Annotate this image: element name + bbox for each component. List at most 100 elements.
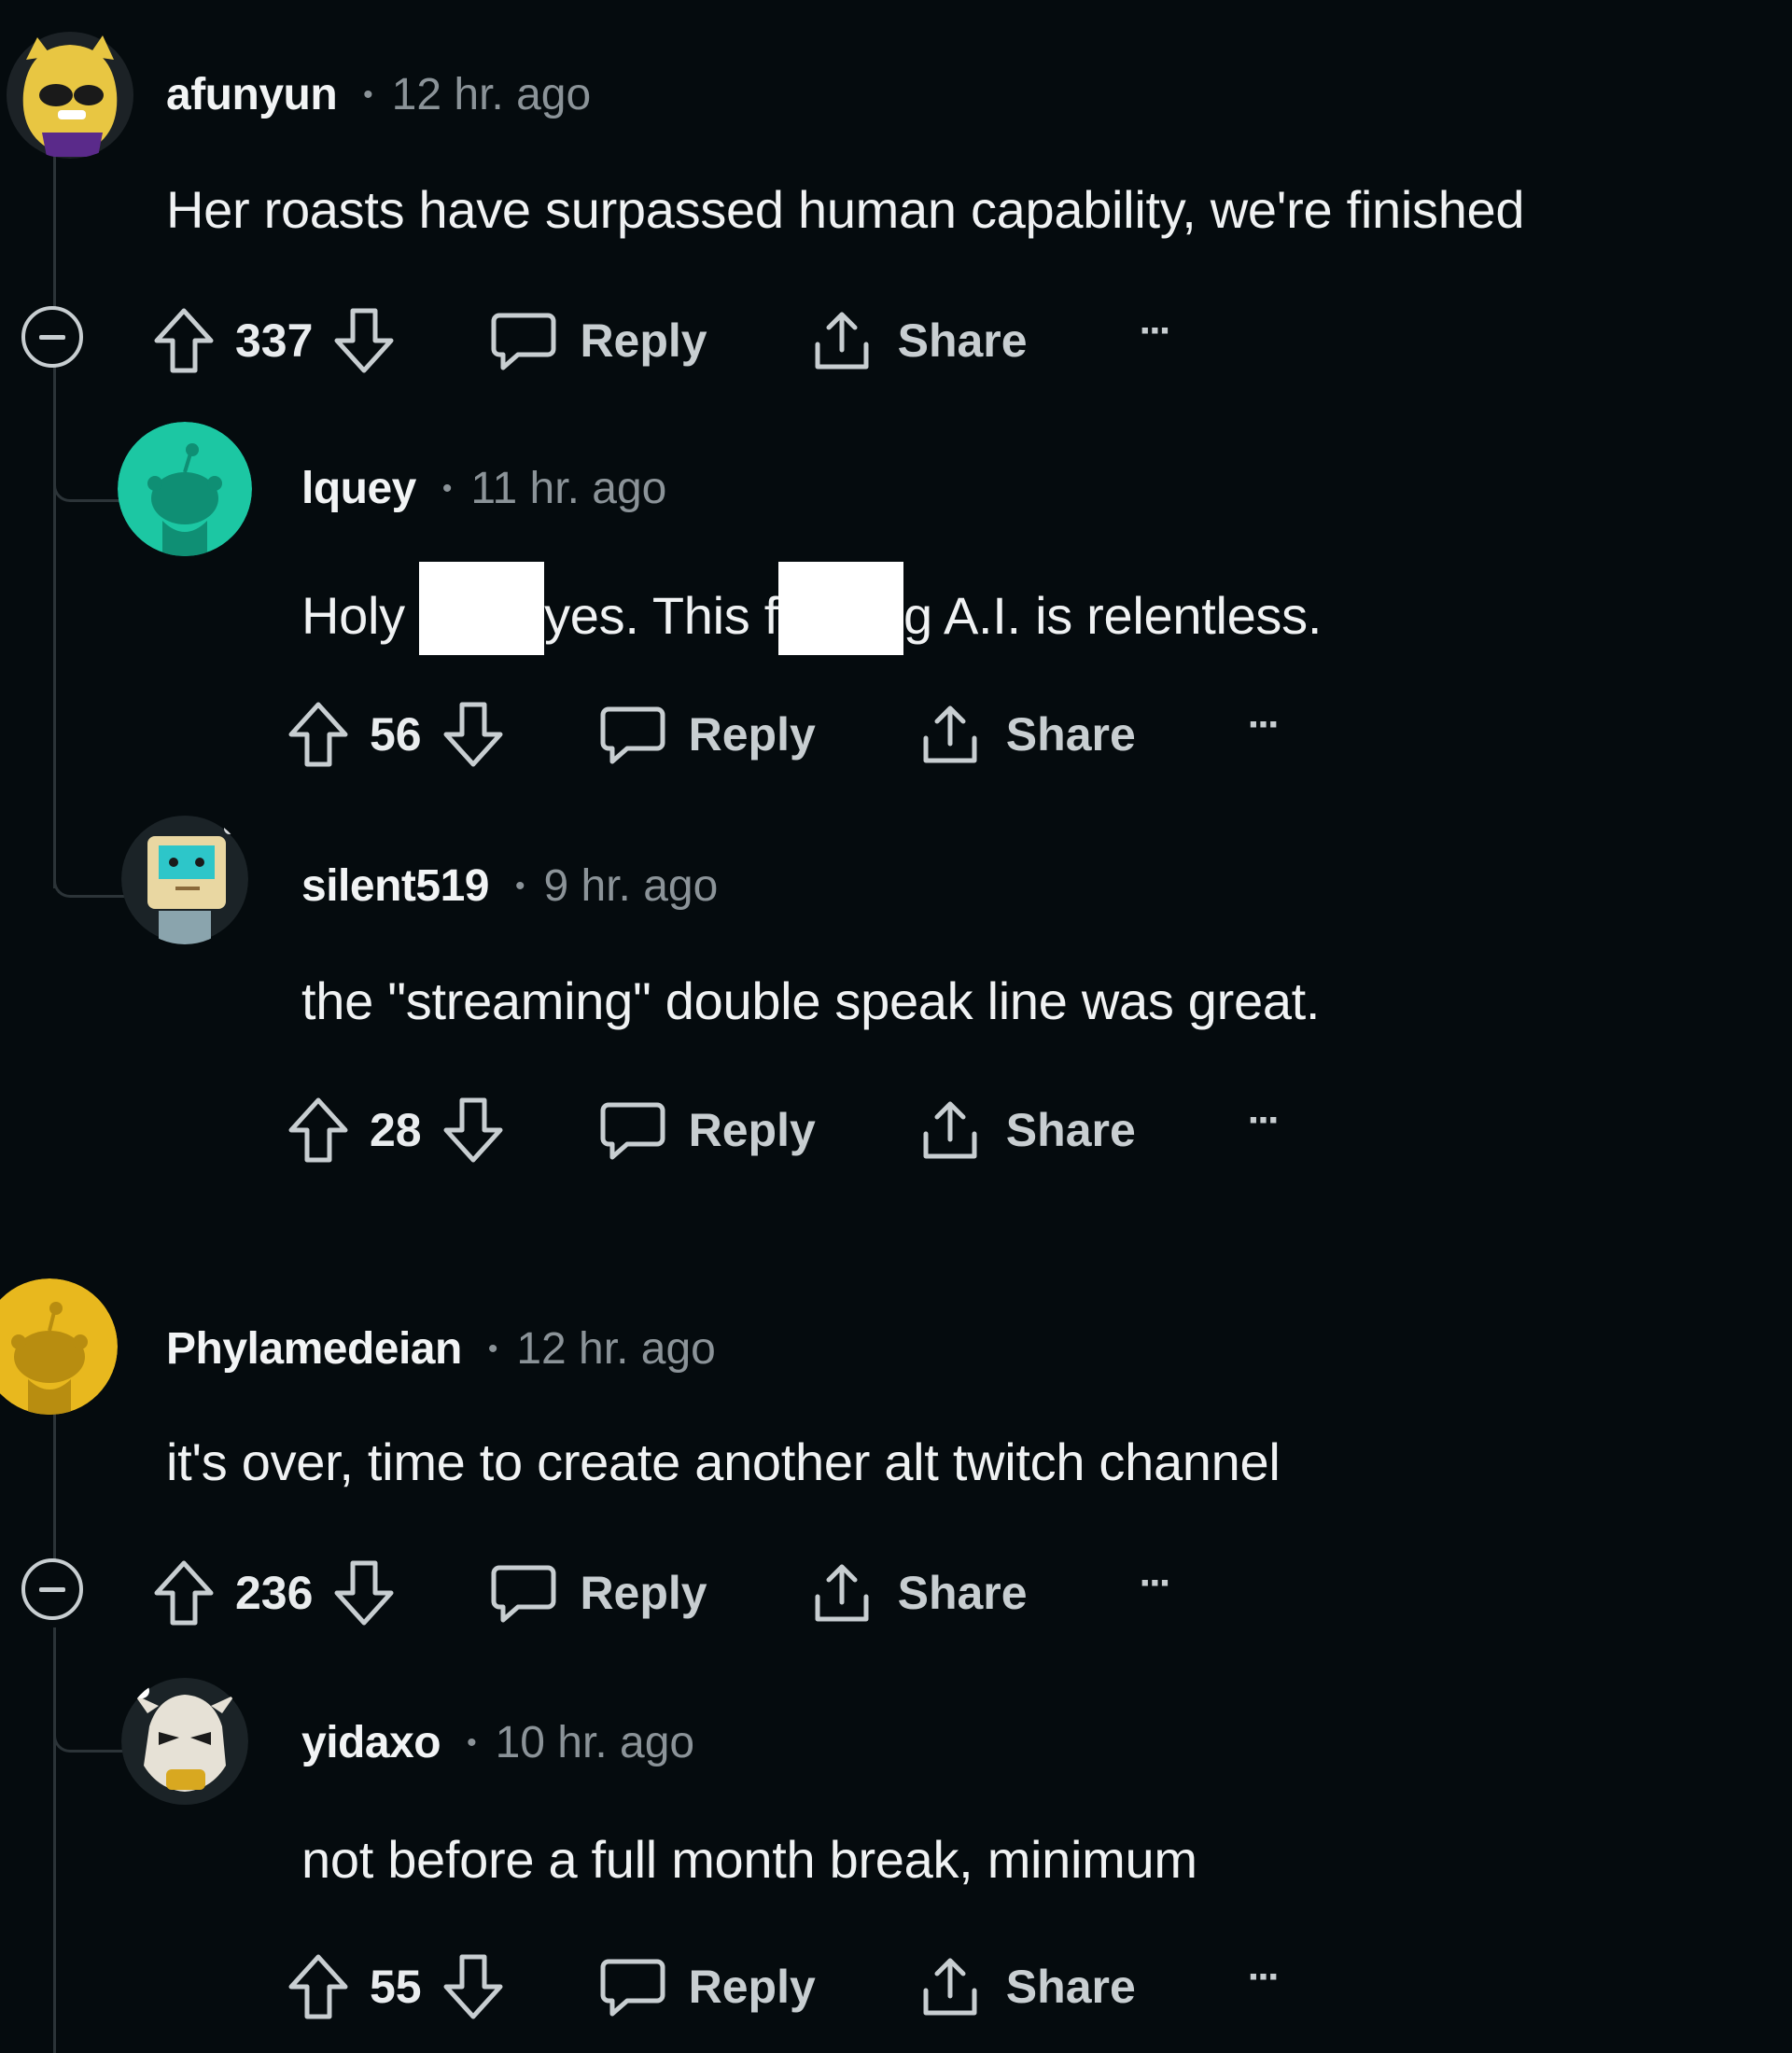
downvote-icon[interactable] <box>441 1951 506 2022</box>
more-options-button[interactable]: ··· <box>1140 1560 1173 1607</box>
meta-separator: • <box>363 79 373 110</box>
avatar-afunyun[interactable] <box>0 28 140 159</box>
minus-icon <box>39 1586 65 1592</box>
meta-separator: • <box>441 473 453 504</box>
avatar-image <box>0 1278 118 1415</box>
meta-separator: • <box>514 871 525 901</box>
username[interactable]: yidaxo <box>301 1717 441 1768</box>
upvote-icon[interactable] <box>286 1951 351 2022</box>
reply-label: Reply <box>580 1567 707 1619</box>
comment-actions: 337 Reply Share ··· <box>151 299 1173 383</box>
timestamp[interactable]: 10 hr. ago <box>496 1717 695 1768</box>
comment-body: not before a full month break, minimum <box>301 1830 1197 1889</box>
timestamp[interactable]: 9 hr. ago <box>543 860 718 912</box>
avatar-yidaxo[interactable] <box>121 1676 248 1807</box>
thread-line <box>53 1627 56 2053</box>
share-icon <box>917 701 984 768</box>
comment-thread: afunyun • 12 hr. ago Her roasts have sur… <box>0 0 1792 2053</box>
comment-actions: 56 Reply Share ··· <box>286 692 1281 776</box>
timestamp[interactable]: 12 hr. ago <box>392 69 592 120</box>
reply-label: Reply <box>688 1104 816 1156</box>
reply-button[interactable]: Reply <box>599 1954 816 2019</box>
upvote-icon[interactable] <box>286 1095 351 1166</box>
share-button[interactable]: Share <box>808 1559 1028 1627</box>
reply-button[interactable]: Reply <box>490 1560 707 1626</box>
more-options-button[interactable]: ··· <box>1248 1954 1281 2001</box>
upvote-icon[interactable] <box>286 699 351 770</box>
upvote-icon[interactable] <box>151 1557 217 1628</box>
username[interactable]: Phylamedeian <box>166 1323 462 1375</box>
share-label: Share <box>1005 1104 1136 1156</box>
share-button[interactable]: Share <box>917 1096 1136 1164</box>
avatar-silent519[interactable] <box>121 814 248 944</box>
share-icon <box>808 307 875 374</box>
share-button[interactable]: Share <box>808 307 1028 374</box>
comment-body: the "streaming" double speak line was gr… <box>301 971 1321 1030</box>
username[interactable]: silent519 <box>301 860 489 912</box>
avatar-image <box>121 816 248 944</box>
more-options-button[interactable]: ··· <box>1140 308 1173 355</box>
collapse-thread-button[interactable] <box>21 1558 83 1620</box>
comment-body: it's over, time to create another alt tw… <box>166 1432 1281 1491</box>
reply-button[interactable]: Reply <box>599 1097 816 1163</box>
share-label: Share <box>1005 708 1136 761</box>
vote-count: 337 <box>235 314 314 367</box>
comment-bubble-icon <box>599 702 666 767</box>
thread-elbow <box>53 457 120 502</box>
share-label: Share <box>897 314 1028 367</box>
comment-bubble-icon <box>599 1954 666 2019</box>
avatar-image <box>121 1678 248 1805</box>
downvote-icon[interactable] <box>441 1095 506 1166</box>
comment-actions: 28 Reply Share ··· <box>286 1088 1281 1172</box>
comment-body-part: Holy <box>301 585 420 645</box>
share-button[interactable]: Share <box>917 701 1136 768</box>
censor-block <box>777 562 903 655</box>
thread-elbow <box>53 1704 128 1753</box>
comment-meta: lquey • 11 hr. ago <box>301 463 666 514</box>
vote-count: 28 <box>370 1104 422 1156</box>
collapse-thread-button[interactable] <box>21 306 83 368</box>
reply-button[interactable]: Reply <box>599 702 816 767</box>
vote-count: 236 <box>235 1567 314 1619</box>
comment-meta: silent519 • 9 hr. ago <box>301 860 718 912</box>
comment-actions: 55 Reply Share ··· <box>286 1945 1281 2029</box>
comment-meta: yidaxo • 10 hr. ago <box>301 1717 694 1768</box>
thread-line <box>53 1411 56 1560</box>
reply-label: Reply <box>688 708 816 761</box>
downvote-icon[interactable] <box>441 699 506 770</box>
share-button[interactable]: Share <box>917 1953 1136 2020</box>
comment-body-part: yes. This f <box>544 585 778 645</box>
meta-separator: • <box>487 1334 498 1364</box>
comment-body: Her roasts have surpassed human capabili… <box>166 180 1525 239</box>
avatar-image <box>118 422 252 556</box>
share-label: Share <box>897 1567 1028 1619</box>
minus-icon <box>39 334 65 340</box>
username[interactable]: afunyun <box>166 69 338 120</box>
timestamp[interactable]: 11 hr. ago <box>470 463 666 514</box>
comment-meta: afunyun • 12 hr. ago <box>166 69 591 120</box>
downvote-icon[interactable] <box>331 305 397 376</box>
share-icon <box>808 1559 875 1627</box>
comment-bubble-icon <box>599 1097 666 1163</box>
avatar-image <box>7 32 133 159</box>
thread-line <box>53 282 56 888</box>
more-options-button[interactable]: ··· <box>1248 1097 1281 1144</box>
share-icon <box>917 1096 984 1164</box>
comment-meta: Phylamedeian • 12 hr. ago <box>166 1323 716 1375</box>
share-label: Share <box>1005 1961 1136 2013</box>
avatar-lquey[interactable] <box>118 422 252 556</box>
avatar-phylamedeian[interactable] <box>0 1278 118 1415</box>
comment-body: Holy yes. This f g A.I. is relentless. <box>301 562 1322 666</box>
timestamp[interactable]: 12 hr. ago <box>516 1323 716 1375</box>
reply-button[interactable]: Reply <box>490 308 707 373</box>
comment-bubble-icon <box>490 1560 557 1626</box>
thread-elbow <box>53 842 128 898</box>
comment-bubble-icon <box>490 308 557 373</box>
reply-label: Reply <box>580 314 707 367</box>
vote-count: 55 <box>370 1961 422 2013</box>
share-icon <box>917 1953 984 2020</box>
username[interactable]: lquey <box>301 463 416 514</box>
more-options-button[interactable]: ··· <box>1248 702 1281 748</box>
downvote-icon[interactable] <box>331 1557 397 1628</box>
upvote-icon[interactable] <box>151 305 217 376</box>
